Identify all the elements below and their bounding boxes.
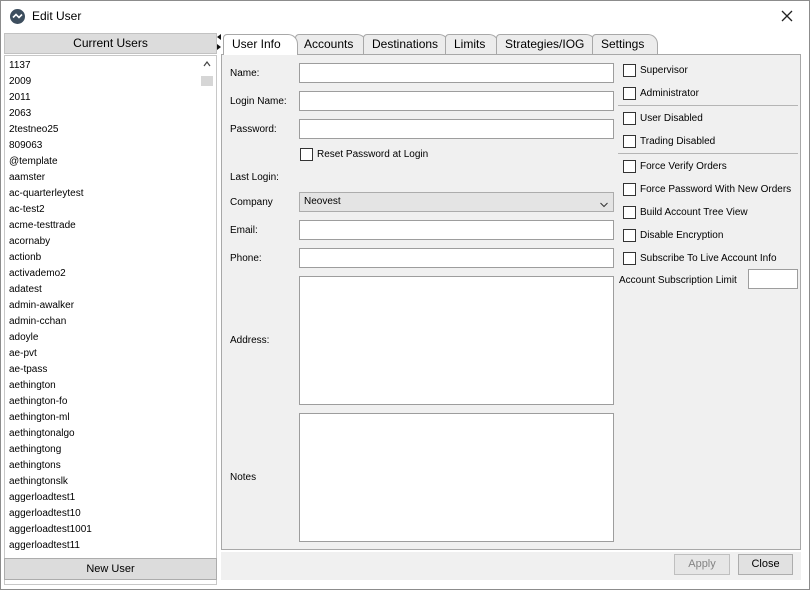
- user-list-item[interactable]: ac-quarterleytest: [9, 186, 83, 202]
- splitter-handle[interactable]: [217, 34, 221, 50]
- password-field[interactable]: [299, 119, 614, 139]
- login-name-label: Login Name:: [230, 96, 287, 107]
- user-list-item[interactable]: ac-test2: [9, 202, 45, 218]
- user-disabled-label: User Disabled: [640, 113, 703, 124]
- user-list-item[interactable]: aggerloadtest1: [9, 490, 75, 506]
- company-select[interactable]: Neovest: [299, 192, 614, 212]
- tab-destinations[interactable]: Destinations: [363, 34, 449, 54]
- edit-user-window: Edit User Current Users 1137 2009 2011 2063…: [0, 0, 810, 590]
- name-field[interactable]: [299, 63, 614, 83]
- address-field[interactable]: [299, 276, 614, 405]
- user-list-item[interactable]: aethington-fo: [9, 394, 67, 410]
- user-list-item[interactable]: @template: [9, 154, 58, 170]
- user-list-item[interactable]: admin-awalker: [9, 298, 74, 314]
- administrator-label: Administrator: [640, 88, 699, 99]
- window-title: Edit User: [32, 9, 82, 23]
- user-list-item[interactable]: aggerloadtest11: [9, 538, 80, 554]
- user-list-item[interactable]: 2063: [9, 106, 31, 122]
- trading-disabled-label: Trading Disabled: [640, 136, 716, 147]
- user-list-item[interactable]: acme-testtrade: [9, 218, 76, 234]
- last-login-label: Last Login:: [230, 172, 279, 183]
- user-list-item[interactable]: aethingtong: [9, 442, 61, 458]
- name-label: Name:: [230, 68, 260, 79]
- user-list-item[interactable]: actionb: [9, 250, 41, 266]
- new-user-button[interactable]: New User: [4, 558, 217, 580]
- window-close-icon[interactable]: [777, 6, 797, 26]
- user-list-item[interactable]: 2009: [9, 74, 31, 90]
- address-label: Address:: [230, 335, 270, 346]
- subscribe-live-checkbox[interactable]: [623, 252, 636, 265]
- subscription-limit-label: Account Subscription Limit: [619, 275, 737, 286]
- user-list-item[interactable]: aggerloadtest1001: [9, 522, 92, 538]
- chevron-down-icon: [600, 198, 608, 208]
- user-list-item[interactable]: acornaby: [9, 234, 50, 250]
- supervisor-checkbox[interactable]: [623, 64, 636, 77]
- email-field[interactable]: [299, 220, 614, 240]
- users-list[interactable]: 1137 2009 2011 2063 2testneo25 809063 @templat…: [4, 55, 217, 585]
- phone-label: Phone:: [230, 253, 262, 264]
- phone-field[interactable]: [299, 248, 614, 268]
- user-list-item[interactable]: admin-cchan: [9, 314, 66, 330]
- force-password-label: Force Password With New Orders: [640, 184, 792, 195]
- subscription-limit-field[interactable]: [748, 269, 798, 289]
- user-list-item[interactable]: ae-tpass: [9, 362, 47, 378]
- notes-field[interactable]: [299, 413, 614, 542]
- reset-password-label: Reset Password at Login: [317, 149, 429, 160]
- user-list-item[interactable]: aggerloadtest10: [9, 506, 81, 522]
- email-label: Email:: [230, 225, 258, 236]
- close-button[interactable]: Close: [738, 554, 793, 575]
- company-label: Company: [230, 197, 273, 208]
- users-panel-header: Current Users: [4, 33, 217, 54]
- tab-limits[interactable]: Limits: [445, 34, 499, 54]
- user-list-item[interactable]: adatest: [9, 282, 42, 298]
- force-password-checkbox[interactable]: [623, 183, 636, 196]
- subscribe-live-label: Subscribe To Live Account Info: [640, 253, 777, 264]
- notes-label: Notes: [230, 472, 257, 483]
- tab-strategies-iog[interactable]: Strategies/IOG: [496, 34, 596, 54]
- user-list-item[interactable]: ae-pvt: [9, 346, 37, 362]
- user-list-item[interactable]: 2011: [9, 90, 31, 106]
- scroll-thumb[interactable]: [201, 76, 213, 86]
- users-panel: Current Users 1137 2009 2011 2063 2testneo25…: [3, 32, 218, 585]
- user-info-panel: Name: Login Name: Password: Reset Passwo…: [221, 54, 801, 550]
- separator: [618, 105, 798, 106]
- disable-encryption-checkbox[interactable]: [623, 229, 636, 242]
- user-list-item[interactable]: aethingtons: [9, 458, 61, 474]
- trading-disabled-checkbox[interactable]: [623, 135, 636, 148]
- title-bar: Edit User: [1, 1, 809, 32]
- separator: [618, 153, 798, 154]
- force-verify-checkbox[interactable]: [623, 160, 636, 173]
- dialog-button-bar: Apply Close: [221, 552, 801, 580]
- user-list-item[interactable]: 1137: [9, 58, 31, 74]
- disable-encryption-label: Disable Encryption: [640, 230, 724, 241]
- build-tree-checkbox[interactable]: [623, 206, 636, 219]
- reset-password-checkbox[interactable]: [300, 148, 313, 161]
- user-list-item[interactable]: 2testneo25: [9, 122, 59, 138]
- user-list-item[interactable]: aethingtonalgo: [9, 426, 75, 442]
- app-logo-icon: [10, 9, 25, 24]
- chevron-up-icon[interactable]: [202, 59, 212, 69]
- tab-accounts[interactable]: Accounts: [295, 34, 367, 54]
- company-select-value: Neovest: [304, 196, 341, 207]
- users-scrollbar[interactable]: [198, 56, 216, 584]
- user-list-item[interactable]: aethington: [9, 378, 56, 394]
- user-disabled-checkbox[interactable]: [623, 112, 636, 125]
- build-tree-label: Build Account Tree View: [640, 207, 748, 218]
- password-label: Password:: [230, 124, 277, 135]
- user-list-item[interactable]: 809063: [9, 138, 42, 154]
- user-list-item[interactable]: aamster: [9, 170, 45, 186]
- administrator-checkbox[interactable]: [623, 87, 636, 100]
- login-name-field[interactable]: [299, 91, 614, 111]
- user-list-item[interactable]: activademo2: [9, 266, 66, 282]
- force-verify-label: Force Verify Orders: [640, 161, 727, 172]
- tab-user-info[interactable]: User Info: [223, 34, 298, 55]
- user-list-item[interactable]: aethingtonslk: [9, 474, 68, 490]
- apply-button[interactable]: Apply: [674, 554, 730, 575]
- tab-settings[interactable]: Settings: [592, 34, 658, 54]
- supervisor-label: Supervisor: [640, 65, 688, 76]
- user-list-item[interactable]: aethington-ml: [9, 410, 70, 426]
- user-list-item[interactable]: adoyle: [9, 330, 38, 346]
